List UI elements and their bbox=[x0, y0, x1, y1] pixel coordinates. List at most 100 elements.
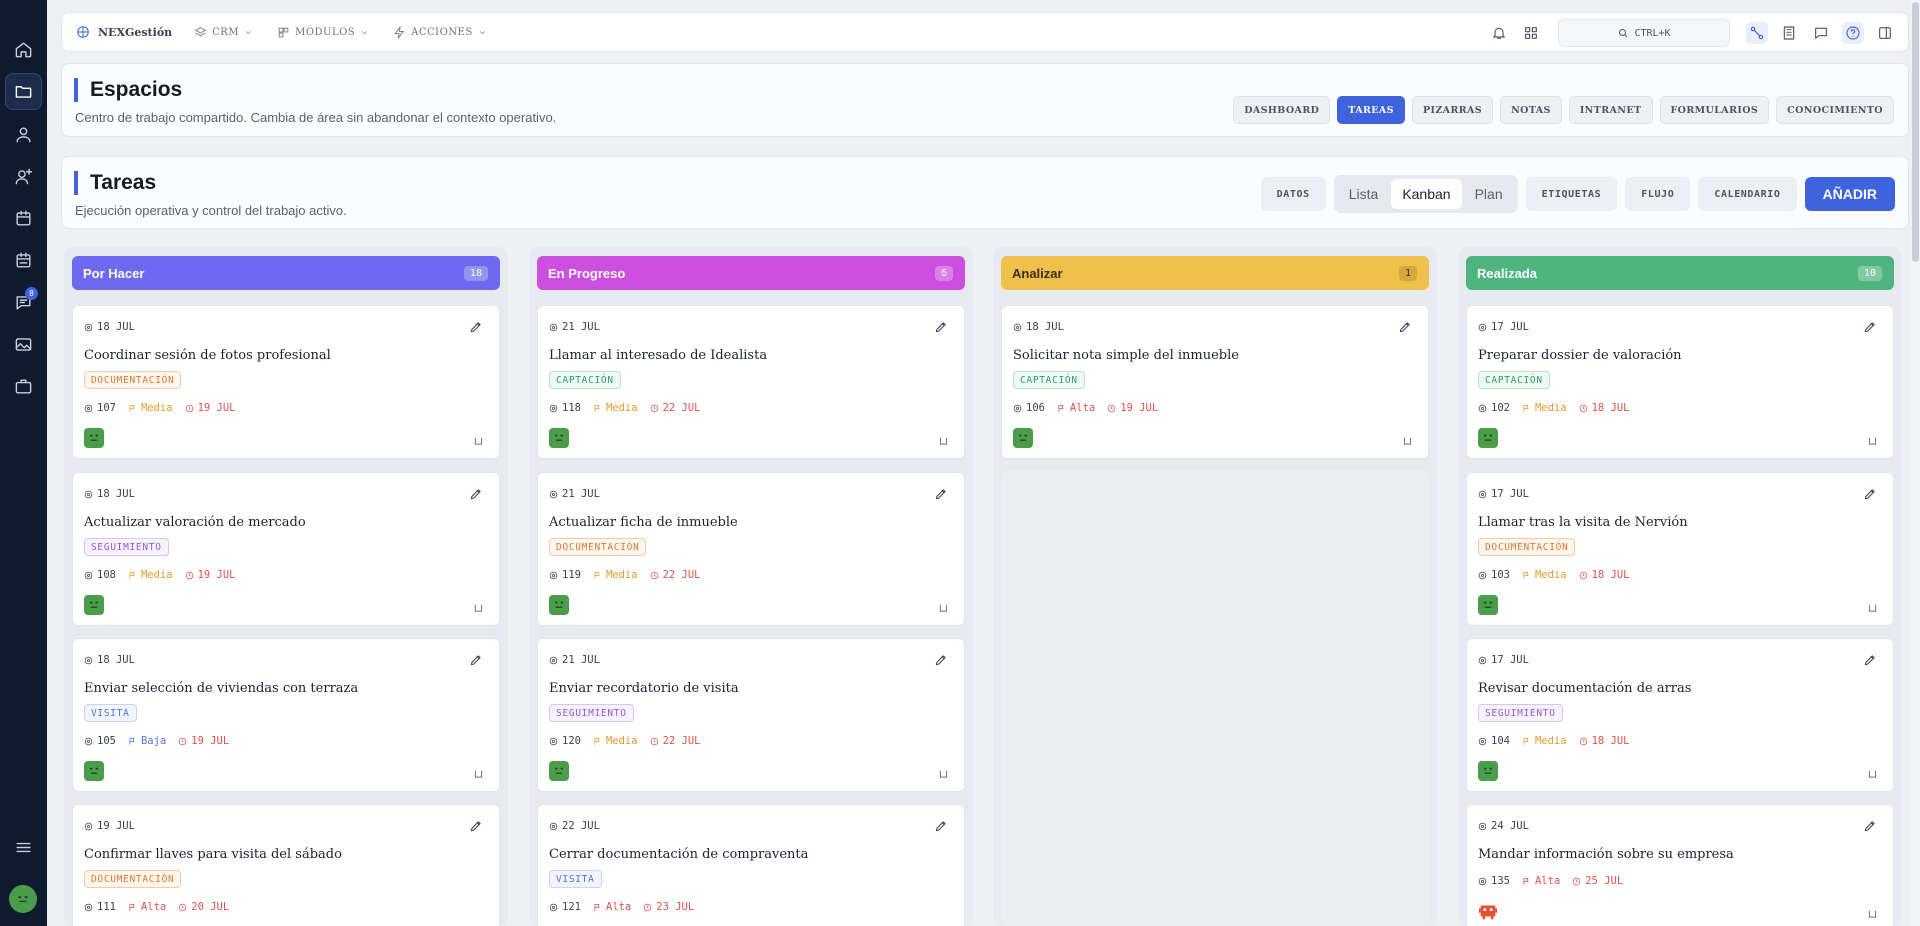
column-header[interactable]: Analizar 1 bbox=[1001, 256, 1429, 290]
assignee-avatar[interactable] bbox=[549, 428, 569, 448]
chat-button[interactable] bbox=[1810, 22, 1832, 44]
task-card[interactable]: 21 JUL Enviar recordatorio de visita SEGUI… bbox=[537, 638, 965, 792]
column-header[interactable]: Realizada 10 bbox=[1466, 256, 1894, 290]
task-date-value: 19 JUL bbox=[97, 820, 135, 832]
tab-intranet[interactable]: INTRANET bbox=[1568, 96, 1653, 124]
task-title: Confirmar llaves para visita del sábado bbox=[84, 847, 342, 862]
page-scrollbar[interactable] bbox=[1911, 0, 1920, 926]
edit-task-button[interactable] bbox=[1863, 320, 1879, 336]
edit-task-button[interactable] bbox=[469, 487, 485, 503]
task-card[interactable]: 18 JUL Solicitar nota simple del inmueble… bbox=[1001, 305, 1429, 459]
delete-task-button[interactable] bbox=[1867, 600, 1879, 612]
edit-task-button[interactable] bbox=[934, 819, 950, 835]
rail-spaces[interactable] bbox=[5, 73, 42, 110]
tab-dashboard[interactable]: DASHBOARD bbox=[1233, 96, 1331, 124]
tab-formularios[interactable]: FORMULARIOS bbox=[1659, 96, 1770, 124]
task-card[interactable]: 22 JUL Cerrar documentación de compravent… bbox=[537, 804, 965, 926]
connections-button[interactable] bbox=[1746, 22, 1768, 44]
tasks-panel: Tareas Ejecución operativa y control del… bbox=[61, 156, 1909, 229]
tab-pizarras[interactable]: PIZARRAS bbox=[1411, 96, 1494, 124]
rail-calendar[interactable] bbox=[5, 200, 42, 237]
edit-task-button[interactable] bbox=[934, 320, 950, 336]
tab-tareas[interactable]: TAREAS bbox=[1337, 96, 1405, 124]
task-card[interactable]: 21 JUL Actualizar ficha de inmueble DOCUME… bbox=[537, 472, 965, 626]
task-card[interactable]: 17 JUL Preparar dossier de valoración CAPT… bbox=[1466, 305, 1894, 459]
task-card[interactable]: 17 JUL Revisar documentación de arras SEGU… bbox=[1466, 638, 1894, 792]
edit-task-button[interactable] bbox=[1863, 653, 1879, 669]
task-card[interactable]: 21 JUL Llamar al interesado de Idealista C… bbox=[537, 305, 965, 459]
datos-button[interactable]: DATOS bbox=[1260, 177, 1326, 211]
delete-task-button[interactable] bbox=[473, 433, 485, 445]
tab-conocimiento[interactable]: CONOCIMIENTO bbox=[1776, 96, 1894, 124]
assignee-avatar[interactable] bbox=[1478, 595, 1498, 615]
rail-messages[interactable]: 8 bbox=[5, 284, 42, 321]
buildings-button[interactable] bbox=[1778, 22, 1800, 44]
task-card[interactable]: 19 JUL Confirmar llaves para visita del s… bbox=[72, 804, 500, 926]
edit-task-button[interactable] bbox=[1863, 819, 1879, 835]
etiquetas-button[interactable]: ETIQUETAS bbox=[1525, 177, 1618, 211]
task-priority-value: Media bbox=[1534, 569, 1567, 581]
edit-task-button[interactable] bbox=[1863, 487, 1879, 503]
assignee-avatar[interactable] bbox=[549, 595, 569, 615]
delete-task-button[interactable] bbox=[938, 433, 950, 445]
assignee-avatar[interactable] bbox=[84, 595, 104, 615]
column-header[interactable]: Por Hacer 18 bbox=[72, 256, 500, 290]
assignee-avatar[interactable] bbox=[1478, 428, 1498, 448]
search-button[interactable]: CTRL+K bbox=[1558, 19, 1730, 47]
help-button[interactable] bbox=[1842, 22, 1864, 44]
delete-task-button[interactable] bbox=[1867, 906, 1879, 918]
assignee-avatar[interactable] bbox=[1013, 428, 1033, 448]
notifications-button[interactable] bbox=[1488, 22, 1510, 44]
delete-task-button[interactable] bbox=[938, 600, 950, 612]
task-due: 22 JUL bbox=[650, 569, 701, 581]
task-card[interactable]: 17 JUL Llamar tras la visita de Nervión DO… bbox=[1466, 472, 1894, 626]
edit-task-button[interactable] bbox=[469, 653, 485, 669]
view-lista[interactable]: Lista bbox=[1338, 179, 1390, 209]
edit-task-button[interactable] bbox=[469, 320, 485, 336]
edit-task-button[interactable] bbox=[1398, 320, 1414, 336]
add-task-button[interactable]: AÑADIR bbox=[1804, 177, 1895, 211]
menu-acciones[interactable]: ACCIONES bbox=[393, 25, 487, 39]
flujo-button[interactable]: FLUJO bbox=[1625, 177, 1691, 211]
rail-add-user[interactable] bbox=[5, 158, 42, 195]
assignee-avatar[interactable] bbox=[1478, 761, 1498, 781]
rail-home[interactable] bbox=[5, 31, 42, 68]
scroll-thumb[interactable] bbox=[1912, 2, 1919, 262]
delete-task-button[interactable] bbox=[938, 766, 950, 778]
tab-notas[interactable]: NOTAS bbox=[1500, 96, 1562, 124]
edit-task-button[interactable] bbox=[469, 819, 485, 835]
rail-gallery[interactable] bbox=[5, 326, 42, 363]
collapse-panel-button[interactable] bbox=[1874, 22, 1896, 44]
calendario-button[interactable]: CALENDARIO bbox=[1698, 177, 1797, 211]
view-kanban[interactable]: Kanban bbox=[1391, 179, 1462, 209]
delete-task-button[interactable] bbox=[473, 600, 485, 612]
user-avatar[interactable] bbox=[9, 885, 37, 913]
view-plan[interactable]: Plan bbox=[1464, 179, 1514, 209]
delete-task-button[interactable] bbox=[1867, 766, 1879, 778]
column-dropzone[interactable] bbox=[1001, 470, 1429, 926]
brand[interactable]: NEXGestión bbox=[76, 25, 172, 39]
task-card[interactable]: 18 JUL Coordinar sesión de fotos profesio… bbox=[72, 305, 500, 459]
assignee-avatar[interactable] bbox=[1478, 901, 1498, 921]
edit-task-button[interactable] bbox=[934, 487, 950, 503]
task-due: 22 JUL bbox=[650, 402, 701, 414]
rail-contacts[interactable] bbox=[5, 116, 42, 153]
apps-button[interactable] bbox=[1520, 22, 1542, 44]
assignee-avatar[interactable] bbox=[84, 761, 104, 781]
menu-crm[interactable]: CRM bbox=[194, 26, 253, 39]
rail-menu[interactable] bbox=[5, 829, 42, 866]
rail-portfolio[interactable] bbox=[5, 368, 42, 405]
delete-task-button[interactable] bbox=[1402, 433, 1414, 445]
task-card[interactable]: 24 JUL Mandar información sobre su empres… bbox=[1466, 804, 1894, 926]
task-card[interactable]: 18 JUL Enviar selección de viviendas con … bbox=[72, 638, 500, 792]
assignee-avatar[interactable] bbox=[84, 428, 104, 448]
column-header[interactable]: En Progreso 6 bbox=[537, 256, 965, 290]
task-card[interactable]: 18 JUL Actualizar valoración de mercado SE… bbox=[72, 472, 500, 626]
assignee-avatar[interactable] bbox=[549, 761, 569, 781]
menu-modulos[interactable]: MÓDULOS bbox=[277, 26, 369, 39]
rail-agenda[interactable] bbox=[5, 242, 42, 279]
edit-task-button[interactable] bbox=[934, 653, 950, 669]
delete-task-button[interactable] bbox=[473, 766, 485, 778]
calendar-icon bbox=[16, 210, 31, 226]
delete-task-button[interactable] bbox=[1867, 433, 1879, 445]
